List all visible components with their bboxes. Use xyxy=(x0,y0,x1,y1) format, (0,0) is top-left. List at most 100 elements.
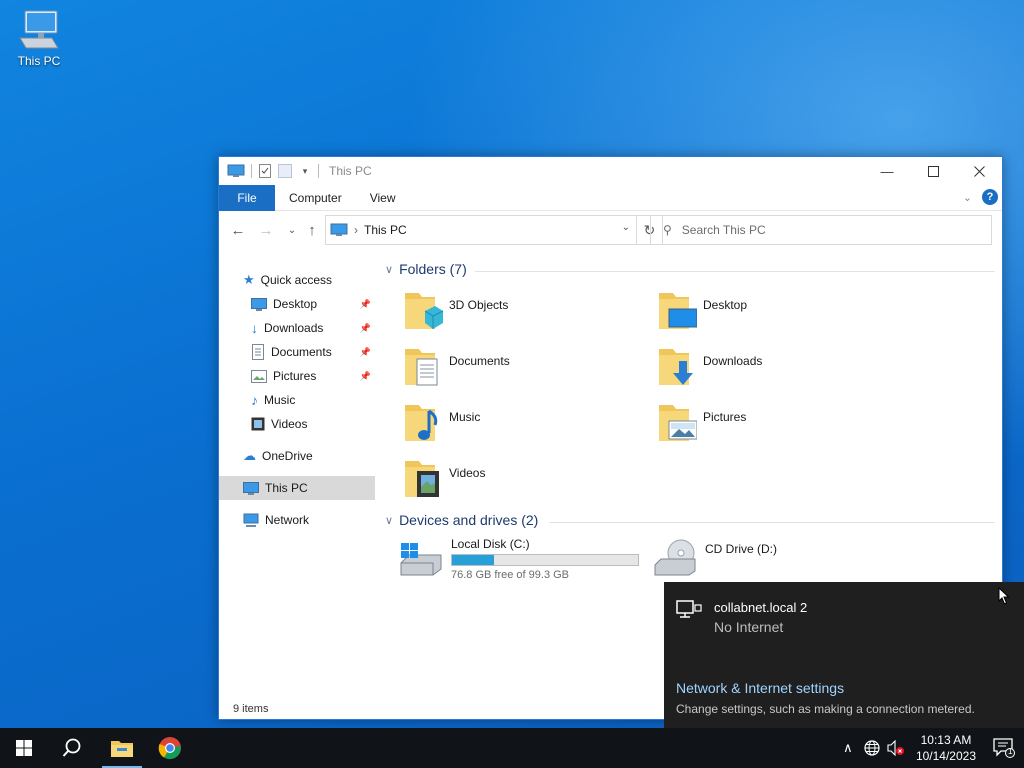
minimize-button[interactable]: — xyxy=(864,157,910,185)
drive-usage-bar xyxy=(451,554,639,566)
clock[interactable]: 10:13 AM 10/14/2023 xyxy=(908,732,984,764)
drive-name: Local Disk (C:) xyxy=(451,537,530,551)
chrome-icon xyxy=(158,737,181,760)
drive-name: CD Drive (D:) xyxy=(705,542,777,556)
nav-label: Quick access xyxy=(260,273,333,287)
start-button[interactable] xyxy=(0,728,48,768)
nav-pictures[interactable]: Pictures 📌 xyxy=(251,364,373,388)
computer-icon xyxy=(227,164,245,177)
address-dropdown-button[interactable]: ⌄ xyxy=(622,222,630,233)
folder-desktop[interactable]: Desktop xyxy=(657,289,747,333)
folder-label: Downloads xyxy=(703,354,763,368)
folder-pictures[interactable]: Pictures xyxy=(657,401,746,445)
system-tray: ∧ 10:13 AM 10/14/2023 1 xyxy=(836,728,1024,768)
customize-toolbar-button[interactable]: ▾ xyxy=(298,164,312,178)
drive-info: Local Disk (C:) 76.8 GB free of 99.3 GB xyxy=(451,537,639,581)
music-note-icon: ♪ xyxy=(251,392,258,408)
folder-downloads[interactable]: Downloads xyxy=(657,345,762,389)
nav-downloads[interactable]: ↓ Downloads 📌 xyxy=(251,316,373,340)
chevron-down-icon: ▾ xyxy=(302,165,308,176)
address-bar[interactable]: › This PC ⌄ xyxy=(325,215,637,245)
back-button[interactable]: ← xyxy=(227,219,249,241)
group-divider xyxy=(549,522,995,523)
film-icon xyxy=(251,417,265,431)
drive-c[interactable]: Local Disk (C:) 76.8 GB free of 99.3 GB xyxy=(399,537,639,581)
folder-label: 3D Objects xyxy=(449,298,509,312)
taskbar: ∧ 10:13 AM 10/14/2023 1 xyxy=(0,728,1024,768)
document-icon xyxy=(252,344,264,360)
downloads-folder-icon xyxy=(659,349,693,385)
nav-music[interactable]: ♪ Music xyxy=(251,388,295,412)
folders-group-header[interactable]: ∨ Folders (7) xyxy=(385,261,467,277)
maximize-button[interactable] xyxy=(910,157,956,185)
tab-computer[interactable]: Computer xyxy=(275,185,356,211)
network-name: collabnet.local 2 xyxy=(714,600,808,615)
up-button[interactable]: ↑ xyxy=(301,219,323,241)
title-bar[interactable]: ▾ This PC — xyxy=(219,157,1002,185)
network-flyout: collabnet.local 2 No Internet Network & … xyxy=(664,582,1024,728)
drive-d[interactable]: CD Drive (D:) xyxy=(653,537,777,577)
nav-quick-access[interactable]: ★ Quick access xyxy=(243,268,332,292)
folder-3d-objects[interactable]: 3D Objects xyxy=(403,289,508,333)
chrome-taskbar-button[interactable] xyxy=(146,728,194,768)
forward-button[interactable]: → xyxy=(255,219,277,241)
folder-documents[interactable]: Documents xyxy=(403,345,510,389)
globe-icon xyxy=(864,740,880,756)
breadcrumb-this-pc[interactable]: This PC xyxy=(364,223,407,237)
nav-documents[interactable]: Documents 📌 xyxy=(251,340,373,364)
group-divider xyxy=(475,271,995,272)
search-button[interactable] xyxy=(48,728,96,768)
action-center-button[interactable]: 1 xyxy=(984,728,1024,768)
checkmark-document-icon xyxy=(259,164,271,178)
new-folder-icon xyxy=(278,164,292,178)
group-title: Devices and drives (2) xyxy=(399,512,539,528)
nav-this-pc[interactable]: This PC xyxy=(219,476,375,500)
tab-file[interactable]: File xyxy=(219,184,275,211)
desktop-icon-this-pc[interactable]: This PC xyxy=(10,8,68,68)
devices-group-header[interactable]: ∨ Devices and drives (2) xyxy=(385,512,538,528)
windows-drive-icon xyxy=(400,543,442,576)
nav-network[interactable]: Network xyxy=(243,508,309,532)
nav-desktop[interactable]: Desktop 📌 xyxy=(251,292,373,316)
toolbar-separator xyxy=(318,164,319,178)
music-folder-icon xyxy=(405,405,438,441)
window-title: This PC xyxy=(329,164,372,178)
properties-button[interactable] xyxy=(258,164,272,178)
folder-videos[interactable]: Videos xyxy=(403,457,485,501)
search-icon xyxy=(62,738,81,757)
navigation-pane: ★ Quick access Desktop 📌 ↓ Downloads 📌 D… xyxy=(219,253,375,693)
tab-view[interactable]: View xyxy=(356,185,410,211)
file-explorer-taskbar-button[interactable] xyxy=(98,728,146,768)
documents-folder-icon xyxy=(405,349,438,386)
recent-locations-button[interactable]: ⌄ xyxy=(281,219,303,241)
notification-count-badge: 1 xyxy=(1008,747,1013,756)
folder-music[interactable]: Music xyxy=(403,401,480,445)
drive-info: CD Drive (D:) xyxy=(705,537,777,577)
nav-videos[interactable]: Videos xyxy=(251,412,307,436)
breadcrumb-separator-icon: › xyxy=(354,223,358,237)
drive-usage-fill xyxy=(452,555,495,565)
nav-label: Desktop xyxy=(273,297,318,311)
network-tray-button[interactable] xyxy=(860,728,884,768)
folder-label: Documents xyxy=(449,354,510,368)
chevron-down-icon: ⌄ xyxy=(287,224,297,236)
network-connection[interactable]: collabnet.local 2 No Internet xyxy=(676,600,807,635)
chevron-down-icon: ⌄ xyxy=(962,191,972,204)
desktop-icon xyxy=(251,297,267,311)
show-hidden-icons-button[interactable]: ∧ xyxy=(836,728,860,768)
desktop-folder-icon xyxy=(659,293,697,329)
new-folder-button[interactable] xyxy=(278,164,292,178)
nav-onedrive[interactable]: ☁ OneDrive xyxy=(243,444,313,468)
search-box[interactable]: ⚲ xyxy=(650,215,992,245)
search-input[interactable] xyxy=(681,223,962,237)
expand-ribbon-button[interactable]: ⌄ xyxy=(963,191,972,204)
clock-time: 10:13 AM xyxy=(920,733,972,747)
pictures-folder-icon xyxy=(659,405,697,441)
status-bar: 9 items xyxy=(233,703,269,715)
help-icon[interactable]: ? xyxy=(982,189,998,205)
network-settings-link[interactable]: Network & Internet settings xyxy=(676,680,844,696)
toolbar-separator xyxy=(251,164,252,178)
close-button[interactable] xyxy=(956,157,1002,185)
volume-tray-button[interactable] xyxy=(884,728,908,768)
nav-label: Documents xyxy=(271,345,332,359)
